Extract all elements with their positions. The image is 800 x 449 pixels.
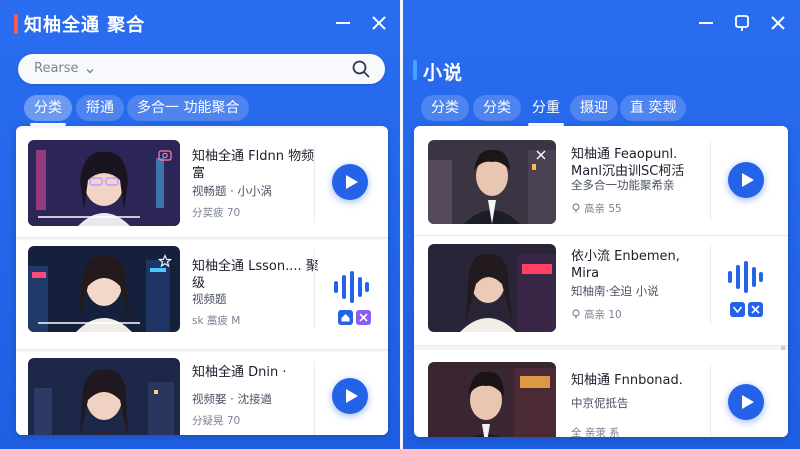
play-icon[interactable] (332, 378, 368, 414)
tab-welcome[interactable]: 摄迎 (570, 95, 618, 121)
title-accent-bar (14, 14, 18, 34)
card-meta: 高亲 55 (571, 202, 622, 216)
right-content-list: 知柚通 Feaopunl. Manl沉由训SC柯活 全多合一功能聚希亲 高亲 5… (414, 126, 788, 437)
tab-key[interactable]: 分重 (522, 95, 570, 121)
card-title: 知柚全通 Lsson.... 聚级 (192, 259, 319, 291)
card-meta-text: 高亲 55 (584, 203, 622, 215)
left-content-list: 知柚全通 Fldnn 物频富 视畅题 · 小小涡 分荬疲 70 知柚全通 Lss… (16, 126, 388, 435)
left-titlebar: 知柚全通 聚合 (0, 0, 400, 48)
card-title: 知柚全通 Dnin · (192, 365, 287, 380)
list-item[interactable]: 知柚全通 Dnin · 视频娶 · 沈接遒 分疑晃 70 (16, 352, 388, 435)
thumbnail-image[interactable] (28, 246, 180, 332)
card-subtitle: 中京伲抵告 (571, 396, 629, 410)
tab-category-2[interactable]: 分类 (473, 95, 521, 121)
search-bar[interactable]: Rearse (18, 54, 385, 84)
right-titlebar (403, 0, 800, 48)
play-icon[interactable] (728, 162, 764, 198)
close-icon[interactable] (366, 10, 392, 36)
chevron-down-icon[interactable] (84, 62, 96, 74)
card-subtitle: 全多合一功能聚希亲 (571, 178, 675, 192)
location-icon (572, 203, 580, 213)
location-icon (572, 309, 580, 319)
right-window-title: 小说 (423, 62, 464, 84)
card-subtitle: 知柚南·全迫 小说 (571, 284, 659, 298)
card-meta-text: 高亲 10 (584, 309, 622, 321)
list-item[interactable]: 知柚通 Fnnbonad. 中京伲抵告 全 亲莍 系 (414, 350, 788, 437)
pin-icon[interactable] (729, 10, 755, 36)
close-icon[interactable] (765, 10, 791, 36)
minimize-icon[interactable] (330, 10, 356, 36)
card-meta: 高亲 10 (571, 308, 622, 322)
audio-wave-icon[interactable] (726, 260, 764, 294)
card-meta: sk 藁疲 M (192, 315, 241, 327)
list-item[interactable]: 知柚全通 Lsson.... 聚级 视频题 sk 藁疲 M (16, 240, 388, 350)
thumbnail-image[interactable] (428, 362, 556, 437)
list-item[interactable]: 知柚全通 Fldnn 物频富 视畅题 · 小小涡 分荬疲 70 (16, 128, 388, 238)
card-title: 知柚通 Fnnbonad. (571, 373, 683, 388)
camera-icon (158, 148, 172, 162)
search-icon[interactable] (351, 59, 371, 79)
card-separator (710, 366, 711, 437)
card-subtitle: 视频娶 · 沈接遒 (192, 392, 272, 406)
play-icon[interactable] (728, 384, 764, 420)
search-input[interactable]: Rearse (34, 61, 79, 76)
card-meta: 分荬疲 70 (192, 207, 241, 219)
card-separator (314, 362, 315, 435)
list-item[interactable]: 知柚通 Feaopunl. Manl沉由训SC柯活 全多合一功能聚希亲 高亲 5… (414, 126, 788, 236)
audio-wave-icon[interactable] (332, 270, 370, 304)
tab-aggregation[interactable]: 多合一 功能聚合 (127, 95, 250, 121)
share-icon[interactable] (748, 302, 763, 317)
play-icon[interactable] (332, 164, 368, 200)
card-separator (710, 246, 711, 324)
card-title: 知柚通 Feaopunl. Manl沉由训SC柯活 (571, 147, 685, 179)
check-icon[interactable] (730, 302, 745, 317)
title-accent-bar (413, 60, 417, 80)
tab-category[interactable]: 分类 (24, 95, 72, 121)
card-subtitle: 视畅题 · 小小涡 (192, 184, 272, 198)
home-icon[interactable] (338, 310, 353, 325)
left-tab-bar: 分类 搿通 多合一 功能聚合 (0, 95, 400, 126)
thumbnail-image[interactable] (28, 358, 180, 435)
card-separator (314, 250, 315, 328)
list-item[interactable]: 依小流 Enbemen, Mira 知柚南·全迫 小说 高亲 10 (414, 236, 788, 346)
share-icon[interactable] (356, 310, 371, 325)
thumbnail-image[interactable] (428, 140, 556, 224)
card-separator (710, 142, 711, 220)
right-tab-bar: 分类 分类 分重 摄迎 直 奕觌 (403, 95, 800, 126)
card-title: 依小流 Enbemen, Mira (571, 249, 680, 281)
sparkle-icon (534, 148, 548, 162)
thumbnail-image[interactable] (428, 244, 556, 332)
tab-category[interactable]: 分类 (421, 95, 469, 121)
card-meta: 分疑晃 70 (192, 415, 241, 427)
card-title: 知柚全通 Fldnn 物频富 (192, 149, 315, 181)
star-icon (158, 254, 172, 268)
card-meta: 全 亲莍 系 (571, 427, 620, 437)
left-window-title: 知柚全通 聚合 (24, 15, 146, 36)
minimize-icon[interactable] (693, 10, 719, 36)
tab-channel[interactable]: 搿通 (76, 95, 124, 121)
thumbnail-image[interactable] (28, 140, 180, 226)
playback-progress-bar (38, 322, 140, 324)
playback-progress-bar (38, 216, 140, 218)
tab-featured[interactable]: 直 奕觌 (620, 95, 687, 121)
left-window: 知柚全通 聚合 Rearse 分类 搿通 多合一 功能聚合 知柚全通 Fldnn… (0, 0, 400, 449)
card-separator (314, 144, 315, 222)
card-subtitle: 视频题 (192, 292, 227, 306)
right-window: 小说 分类 分类 分重 摄迎 直 奕觌 知柚通 Feaopunl. Manl沉由… (403, 0, 800, 449)
